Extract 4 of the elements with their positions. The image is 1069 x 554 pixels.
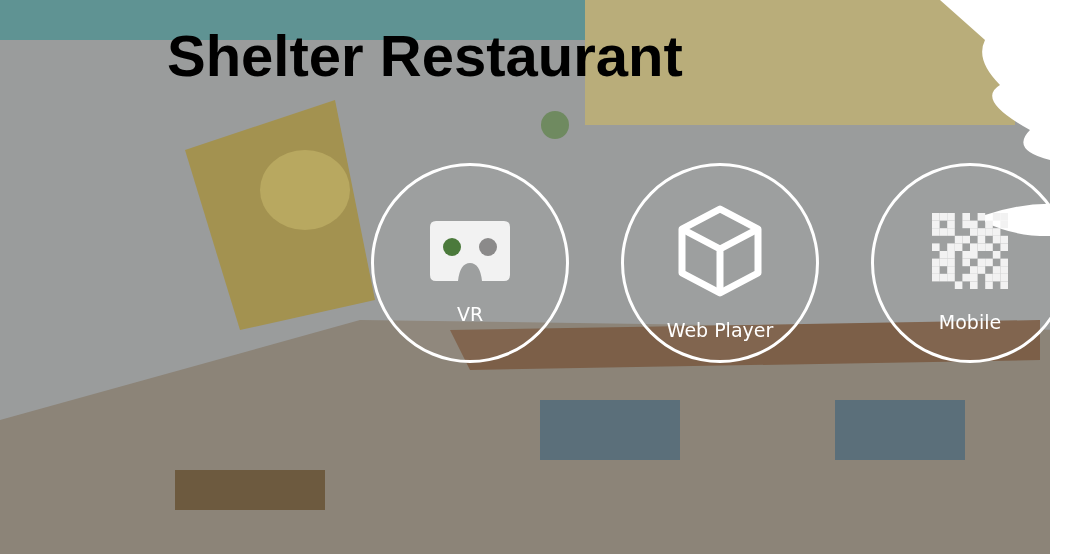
- qr-code-icon: [932, 212, 1008, 289]
- page-title: Shelter Restaurant: [167, 24, 683, 88]
- option-button[interactable]: Web Player: [621, 162, 819, 363]
- cube-icon: [678, 204, 762, 297]
